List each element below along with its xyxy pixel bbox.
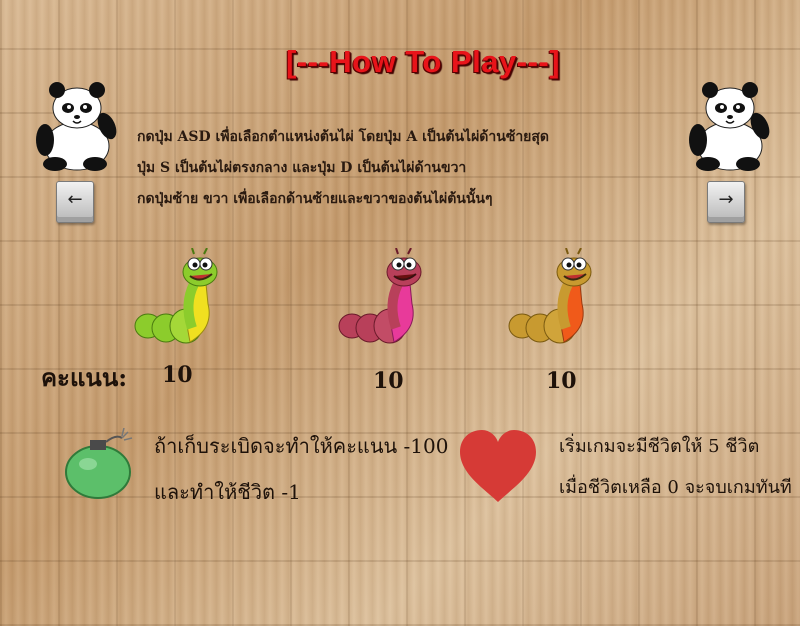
left-arrow-key: ←	[56, 181, 94, 223]
panda-icon	[36, 82, 117, 171]
pink-worm-icon	[338, 248, 422, 344]
green-worm-icon	[134, 248, 218, 344]
score-label: คะแนน:	[41, 363, 128, 392]
left-arrow-icon: ←	[67, 189, 83, 210]
panda-icon	[689, 82, 770, 171]
right-arrow-icon: →	[718, 189, 734, 210]
instruction-line: กดปุ่มซ้าย ขวา เพื่อเลือกด้านซ้ายและขวาข…	[137, 191, 493, 207]
heart-icon	[460, 430, 536, 502]
bomb-icon	[65, 428, 133, 499]
life-rule: เมื่อชีวิตเหลือ 0 จะจบเกมทันที	[559, 477, 792, 498]
instruction-line: กดปุ่ม ASD เพื่อเลือกตำแหน่งต้นไผ่ โดยปุ…	[137, 129, 550, 145]
right-arrow-key: →	[707, 181, 745, 223]
worm-score: 10	[162, 362, 193, 388]
bomb-rule: และทำให้ชีวิต -1	[154, 480, 301, 504]
page-title: [---How To Play---]	[285, 44, 561, 79]
worm-score: 10	[546, 368, 577, 394]
instruction-line: ปุ่ม S เป็นต้นไผ่ตรงกลาง และปุ่ม D เป็นต…	[137, 160, 467, 176]
orange-worm-icon	[508, 248, 592, 344]
worm-score: 10	[373, 368, 404, 394]
bomb-rule: ถ้าเก็บระเบิดจะทำให้คะแนน -100	[154, 434, 449, 458]
life-rule: เริ่มเกมจะมีชีวิตให้ 5 ชีวิต	[559, 436, 760, 457]
